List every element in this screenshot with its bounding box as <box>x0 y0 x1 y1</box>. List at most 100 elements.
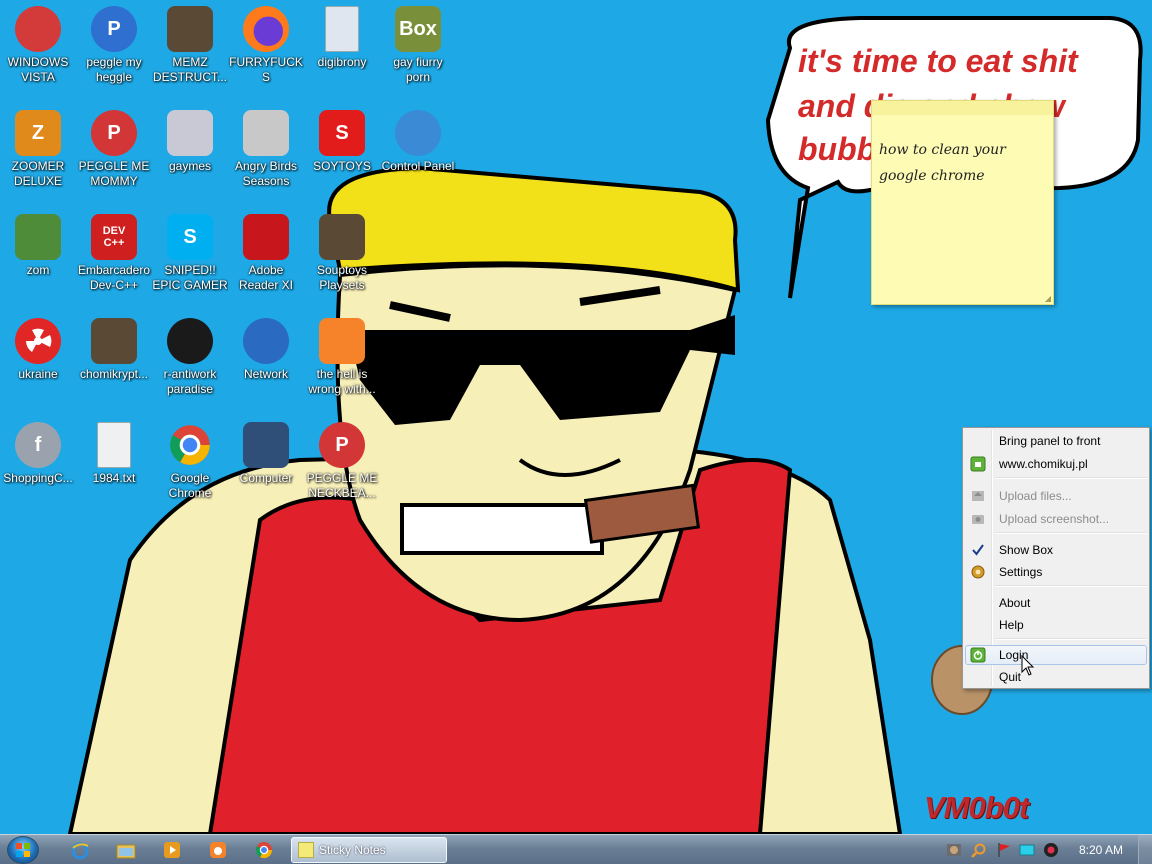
desktop-icon-label: PEGGLE ME NECKBEA... <box>306 471 378 500</box>
desktop-icon[interactable]: Souptoys Playsets <box>304 210 380 306</box>
desktop-icon[interactable]: the hell is wrong with... <box>304 314 380 410</box>
desktop[interactable]: it's time to eat shit and die and chew b… <box>0 0 1152 834</box>
pinned-explorer[interactable] <box>108 837 144 863</box>
desktop-icon[interactable]: Z ZOOMER DELUXE <box>0 106 76 202</box>
sticky-note-text[interactable]: how to clean your google chrome <box>872 115 1053 189</box>
menu-separator <box>995 638 1147 640</box>
sticky-note-line1[interactable]: how to clean your <box>879 137 1047 163</box>
desktop-icon[interactable]: Angry Birds Seasons <box>228 106 304 202</box>
adobe-reader-icon <box>243 214 289 260</box>
desktop-icon-label: gay fiurry porn <box>393 55 443 84</box>
pinned-media-player[interactable] <box>154 837 190 863</box>
control-panel-icon <box>395 110 441 156</box>
desktop-icon-label: r-antiwork paradise <box>163 367 217 396</box>
desktop-icon[interactable]: Computer <box>228 418 304 514</box>
devcpp-icon: DEV C++ <box>91 214 137 260</box>
radiation-icon <box>15 318 61 364</box>
desktop-icon[interactable]: FURRYFUCKS <box>228 2 304 98</box>
taskbar-sticky-notes-button[interactable]: Sticky Notes <box>291 837 447 863</box>
desktop-icon[interactable]: Ppeggle my heggle <box>76 2 152 98</box>
pinned-google-chrome[interactable] <box>246 837 282 863</box>
menu-item-help[interactable]: Help <box>965 615 1147 635</box>
desktop-icon[interactable]: digibrony <box>304 2 380 98</box>
skype-icon: S <box>167 214 213 260</box>
desktop-icon-label: ShoppingC... <box>3 471 73 485</box>
menu-item-about[interactable]: About <box>965 593 1147 613</box>
start-button[interactable] <box>7 836 39 864</box>
resize-grip-icon[interactable]: ◢ <box>1045 294 1051 303</box>
power-green-icon <box>970 647 986 663</box>
desktop-icon[interactable]: Network <box>228 314 304 410</box>
desktop-icon[interactable]: 1984.txt <box>76 418 152 514</box>
desktop-icon-label: chomikrypt... <box>79 367 148 381</box>
tray-display-icon[interactable] <box>1019 842 1035 858</box>
menu-item-quit[interactable]: Quit <box>965 667 1147 687</box>
tray-search-icon[interactable] <box>971 842 987 858</box>
desktop-icon-label: Network <box>243 367 288 381</box>
desktop-icon-label: SOYTOYS <box>313 159 371 173</box>
internet-explorer-icon <box>71 842 89 860</box>
desktop-icon[interactable]: r-antiwork paradise <box>152 314 228 410</box>
menu-item-upload-files[interactable]: Upload files... <box>965 486 1147 506</box>
desktop-icon[interactable]: S SOYTOYS <box>304 106 380 202</box>
desktop-icon[interactable]: Adobe Reader XI <box>228 210 304 306</box>
menu-item-upload-screenshot[interactable]: Upload screenshot... <box>965 509 1147 529</box>
desktop-icon[interactable]: MEMZ DESTRUCT... <box>152 2 228 98</box>
menu-item-settings[interactable]: Settings <box>965 562 1147 582</box>
menu-item-show-box[interactable]: Show Box <box>965 540 1147 560</box>
sticky-note-title-bar[interactable] <box>872 101 1053 115</box>
desktop-icon[interactable]: P PEGGLE ME NECKBEA... <box>304 418 380 514</box>
sticky-note[interactable]: how to clean your google chrome ◢ <box>871 100 1054 305</box>
desktop-icon[interactable]: zom <box>0 210 76 306</box>
tray-flag-icon[interactable] <box>996 842 1012 858</box>
firefox-icon <box>243 6 289 52</box>
pinned-uc-browser[interactable] <box>200 837 236 863</box>
taskbar-clock[interactable]: 8:20 AM <box>1079 843 1123 857</box>
vista-disc-icon <box>15 6 61 52</box>
desktop-icon-label: 1984.txt <box>92 471 136 485</box>
desktop-icon[interactable]: ukraine <box>0 314 76 410</box>
teeth-drawing <box>400 503 604 555</box>
desktop-icon[interactable]: P PEGGLE ME MOMMY <box>76 106 152 202</box>
menu-separator <box>995 477 1147 479</box>
menu-item-bring-panel-to-front[interactable]: Bring panel to front <box>965 431 1147 451</box>
desktop-icon[interactable]: S SNIPED!! EPIC GAMER 360... <box>152 210 228 306</box>
desktop-icon[interactable]: chomikrypt... <box>76 314 152 410</box>
tray-volume-icon[interactable] <box>1043 842 1059 858</box>
uc-browser-icon <box>319 318 365 364</box>
desktop-icon-label: ukraine <box>18 367 58 381</box>
desktop-icon-label: SNIPED!! EPIC GAMER 360... <box>152 263 228 292</box>
desktop-icon[interactable]: Control Panel <box>380 106 456 202</box>
hamster-box-icon: Box <box>395 6 441 52</box>
desktop-icon[interactable]: Box gay fiurry porn <box>380 2 456 98</box>
network-globe-icon <box>243 318 289 364</box>
tray-hamster-icon[interactable] <box>946 842 962 858</box>
desktop-icon[interactable]: DEV C++ Embarcadero Dev-C++ <box>76 210 152 306</box>
show-desktop-button[interactable] <box>1138 835 1152 864</box>
windows-logo-icon <box>16 843 30 857</box>
text-file-icon <box>97 422 131 468</box>
desktop-icon-label: FURRYFUCKS <box>229 55 303 84</box>
desktop-icon[interactable]: Google Chrome <box>152 418 228 514</box>
desktop-icon-label: Control Panel <box>381 159 455 173</box>
desktop-icon-label: digibrony <box>317 55 367 69</box>
taskbar: Sticky Notes 8:20 AM <box>0 834 1152 864</box>
upload-files-icon <box>970 488 986 504</box>
uc-browser-icon <box>210 842 226 858</box>
sticky-note-line2[interactable]: google chrome <box>879 163 1047 189</box>
games-folder-icon <box>167 110 213 156</box>
desktop-icon[interactable]: gaymes <box>152 106 228 202</box>
desktop-icon-label: Souptoys Playsets <box>316 263 368 292</box>
desktop-icon-label: gaymes <box>168 159 212 173</box>
chrome-icon <box>255 842 273 859</box>
desktop-icon[interactable]: f ShoppingC... <box>0 418 76 514</box>
flash-icon: f <box>15 422 61 468</box>
chrome-icon <box>167 422 213 468</box>
desktop-icon-label: zom <box>26 263 50 277</box>
sticky-notes-icon <box>298 842 314 858</box>
menu-item-chomikuj-site[interactable]: www.chomikuj.pl <box>965 454 1147 474</box>
pinned-internet-explorer[interactable] <box>62 837 98 863</box>
desktop-icon[interactable]: WINDOWS VISTA <box>0 2 76 98</box>
desktop-icon-label: PEGGLE ME MOMMY <box>78 159 150 188</box>
menu-item-login[interactable]: Login <box>965 645 1147 665</box>
